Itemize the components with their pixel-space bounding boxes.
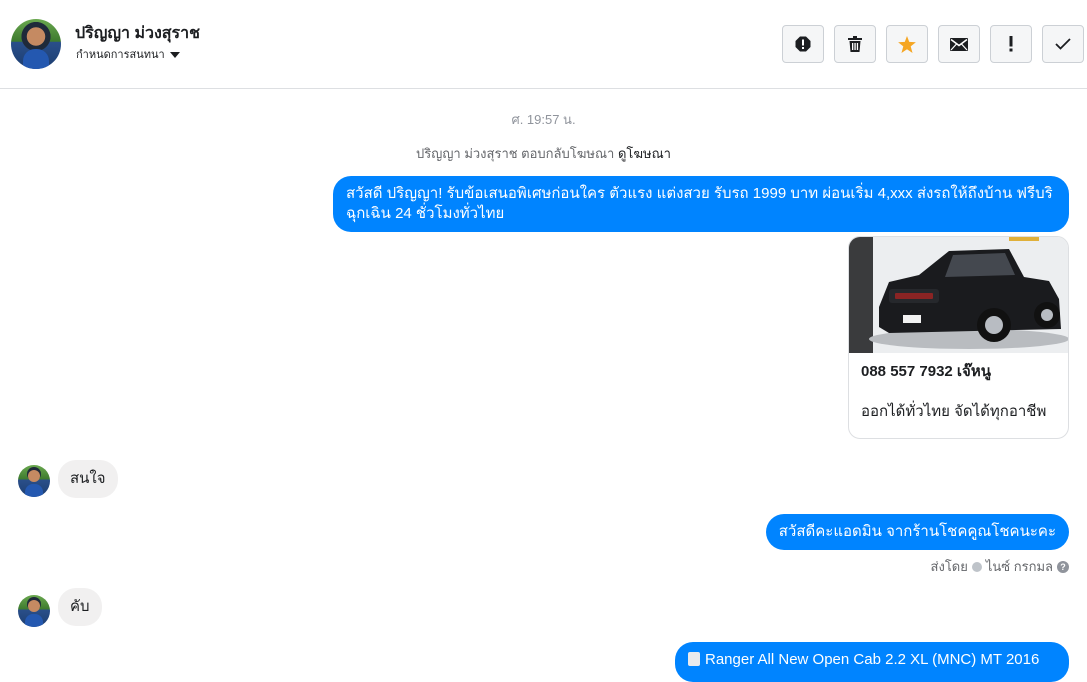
contact-avatar[interactable] (11, 19, 61, 69)
mark-spam-button[interactable] (990, 25, 1032, 63)
delete-button[interactable] (834, 25, 876, 63)
outgoing-message[interactable]: สวัสดี ปริญญา! รับข้อเสนอพิเศษก่อนใคร ตั… (333, 176, 1069, 232)
check-icon (1055, 38, 1071, 50)
trash-icon (848, 36, 862, 52)
contact-name[interactable]: ปริญญา ม่วงสุราช (75, 21, 200, 46)
ad-card-image (849, 237, 1068, 353)
thread-timestamp: ศ. 19:57 น. (511, 112, 576, 127)
ad-card[interactable]: 088 557 7932 เจ๊หนู ออกได้ทั่วไทย จัดได้… (848, 236, 1069, 439)
report-icon (795, 36, 811, 52)
star-icon (898, 35, 916, 53)
ad-reply-note: ปริญญา ม่วงสุราช ตอบกลับโฆษณา ดูโฆษณา (0, 143, 1087, 164)
report-button[interactable] (782, 25, 824, 63)
ad-reply-text: ปริญญา ม่วงสุราช ตอบกลับโฆษณา (416, 146, 615, 161)
conversation-schedule-label: กำหนดการสนทนา (76, 49, 165, 61)
envelope-icon (950, 37, 968, 51)
star-button[interactable] (886, 25, 928, 63)
conversation-header: ปริญญา ม่วงสุราช กำหนดการสนทนา (0, 0, 1087, 89)
ad-card-description: ออกได้ทั่วไทย จัดได้ทุกอาชีพ (861, 403, 1047, 420)
pickup-truck-image (849, 237, 1068, 353)
message-thread[interactable]: ศ. 19:57 น. ปริญญา ม่วงสุราช ตอบกลับโฆษณ… (0, 90, 1087, 682)
help-icon[interactable]: ? (1057, 560, 1069, 573)
conversation-schedule-dropdown[interactable]: กำหนดการสนทนา (76, 45, 180, 63)
exclamation-icon (1009, 36, 1013, 52)
contact-avatar[interactable] (18, 595, 50, 627)
ad-card-title: 088 557 7932 เจ๊หนู (861, 363, 991, 380)
chevron-down-icon (169, 51, 180, 58)
sent-by-label: ส่งโดย (930, 559, 968, 574)
incoming-message[interactable]: สนใจ (58, 460, 118, 498)
sent-by-name: ไนซ์ กรกมล (985, 559, 1053, 574)
sent-by-info: ส่งโดย ไนซ์ กรกมล ? (931, 556, 1069, 577)
sender-status-icon (971, 561, 982, 572)
incoming-message[interactable]: คับ (58, 588, 102, 626)
outgoing-message[interactable]: Ranger All New Open Cab 2.2 XL (MNC) MT … (675, 642, 1069, 682)
mark-unread-button[interactable] (938, 25, 980, 63)
outgoing-message-text: Ranger All New Open Cab 2.2 XL (MNC) MT … (705, 651, 1040, 668)
conversation-toolbar (782, 25, 1084, 63)
outgoing-message[interactable]: สวัสดีคะแอดมิน จากร้านโชคคูณโชคนะคะ (765, 514, 1069, 550)
view-ad-link[interactable]: ดูโฆษณา (618, 146, 671, 161)
mark-done-button[interactable] (1042, 25, 1084, 63)
contact-avatar[interactable] (18, 465, 50, 497)
